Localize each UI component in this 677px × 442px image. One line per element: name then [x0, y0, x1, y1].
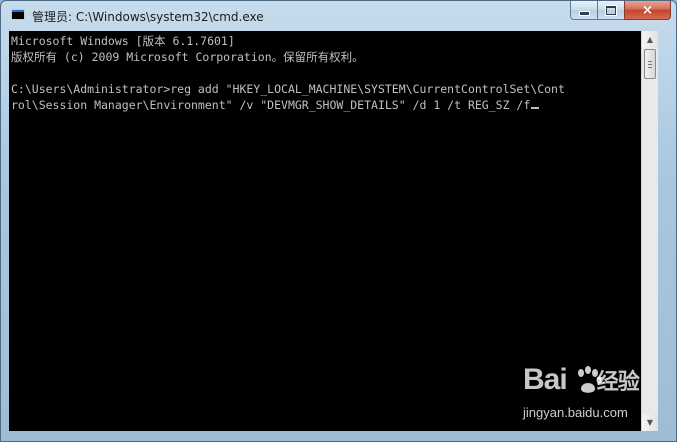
cmd-window: 管理员: C:\Windows\system32\cmd.exe × Micro…	[0, 0, 677, 442]
minimize-icon	[578, 11, 590, 16]
cmd-icon[interactable]	[11, 9, 25, 20]
maximize-icon	[605, 4, 617, 16]
maximize-button[interactable]	[597, 1, 624, 20]
text-cursor	[531, 107, 540, 109]
scroll-thumb[interactable]	[644, 49, 656, 79]
caption-buttons: ×	[570, 1, 671, 21]
close-icon: ×	[642, 2, 653, 18]
scroll-thumb-grip	[648, 67, 652, 68]
scroll-thumb-grip	[648, 61, 652, 62]
scroll-thumb-grip	[648, 64, 652, 65]
close-button[interactable]: ×	[624, 1, 671, 20]
minimize-button[interactable]	[570, 1, 597, 20]
paw-icon	[578, 366, 602, 393]
baidu-jingyan-watermark: Bai 经验 jingyan.baidu.com	[523, 363, 658, 429]
watermark-logo-left: Bai	[523, 363, 568, 396]
cmd-icon-bar	[12, 10, 24, 12]
console-command-tail: rol\Session Manager\Environment" /v "DEV…	[11, 98, 531, 112]
console-line-copyright: 版权所有 (c) 2009 Microsoft Corporation。保留所有…	[11, 50, 364, 64]
console-line-command-1: C:\Users\Administrator>reg add "HKEY_LOC…	[11, 82, 565, 96]
title-bar[interactable]: 管理员: C:\Windows\system32\cmd.exe ×	[1, 1, 676, 31]
console-line-version: Microsoft Windows [版本 6.1.7601]	[11, 34, 235, 48]
scroll-up-button[interactable]: ▲	[642, 31, 658, 48]
console-line-command-2: rol\Session Manager\Environment" /v "DEV…	[11, 97, 540, 113]
watermark-url: jingyan.baidu.com	[523, 405, 628, 420]
scroll-up-icon: ▲	[646, 35, 654, 44]
window-title: 管理员: C:\Windows\system32\cmd.exe	[32, 10, 264, 24]
